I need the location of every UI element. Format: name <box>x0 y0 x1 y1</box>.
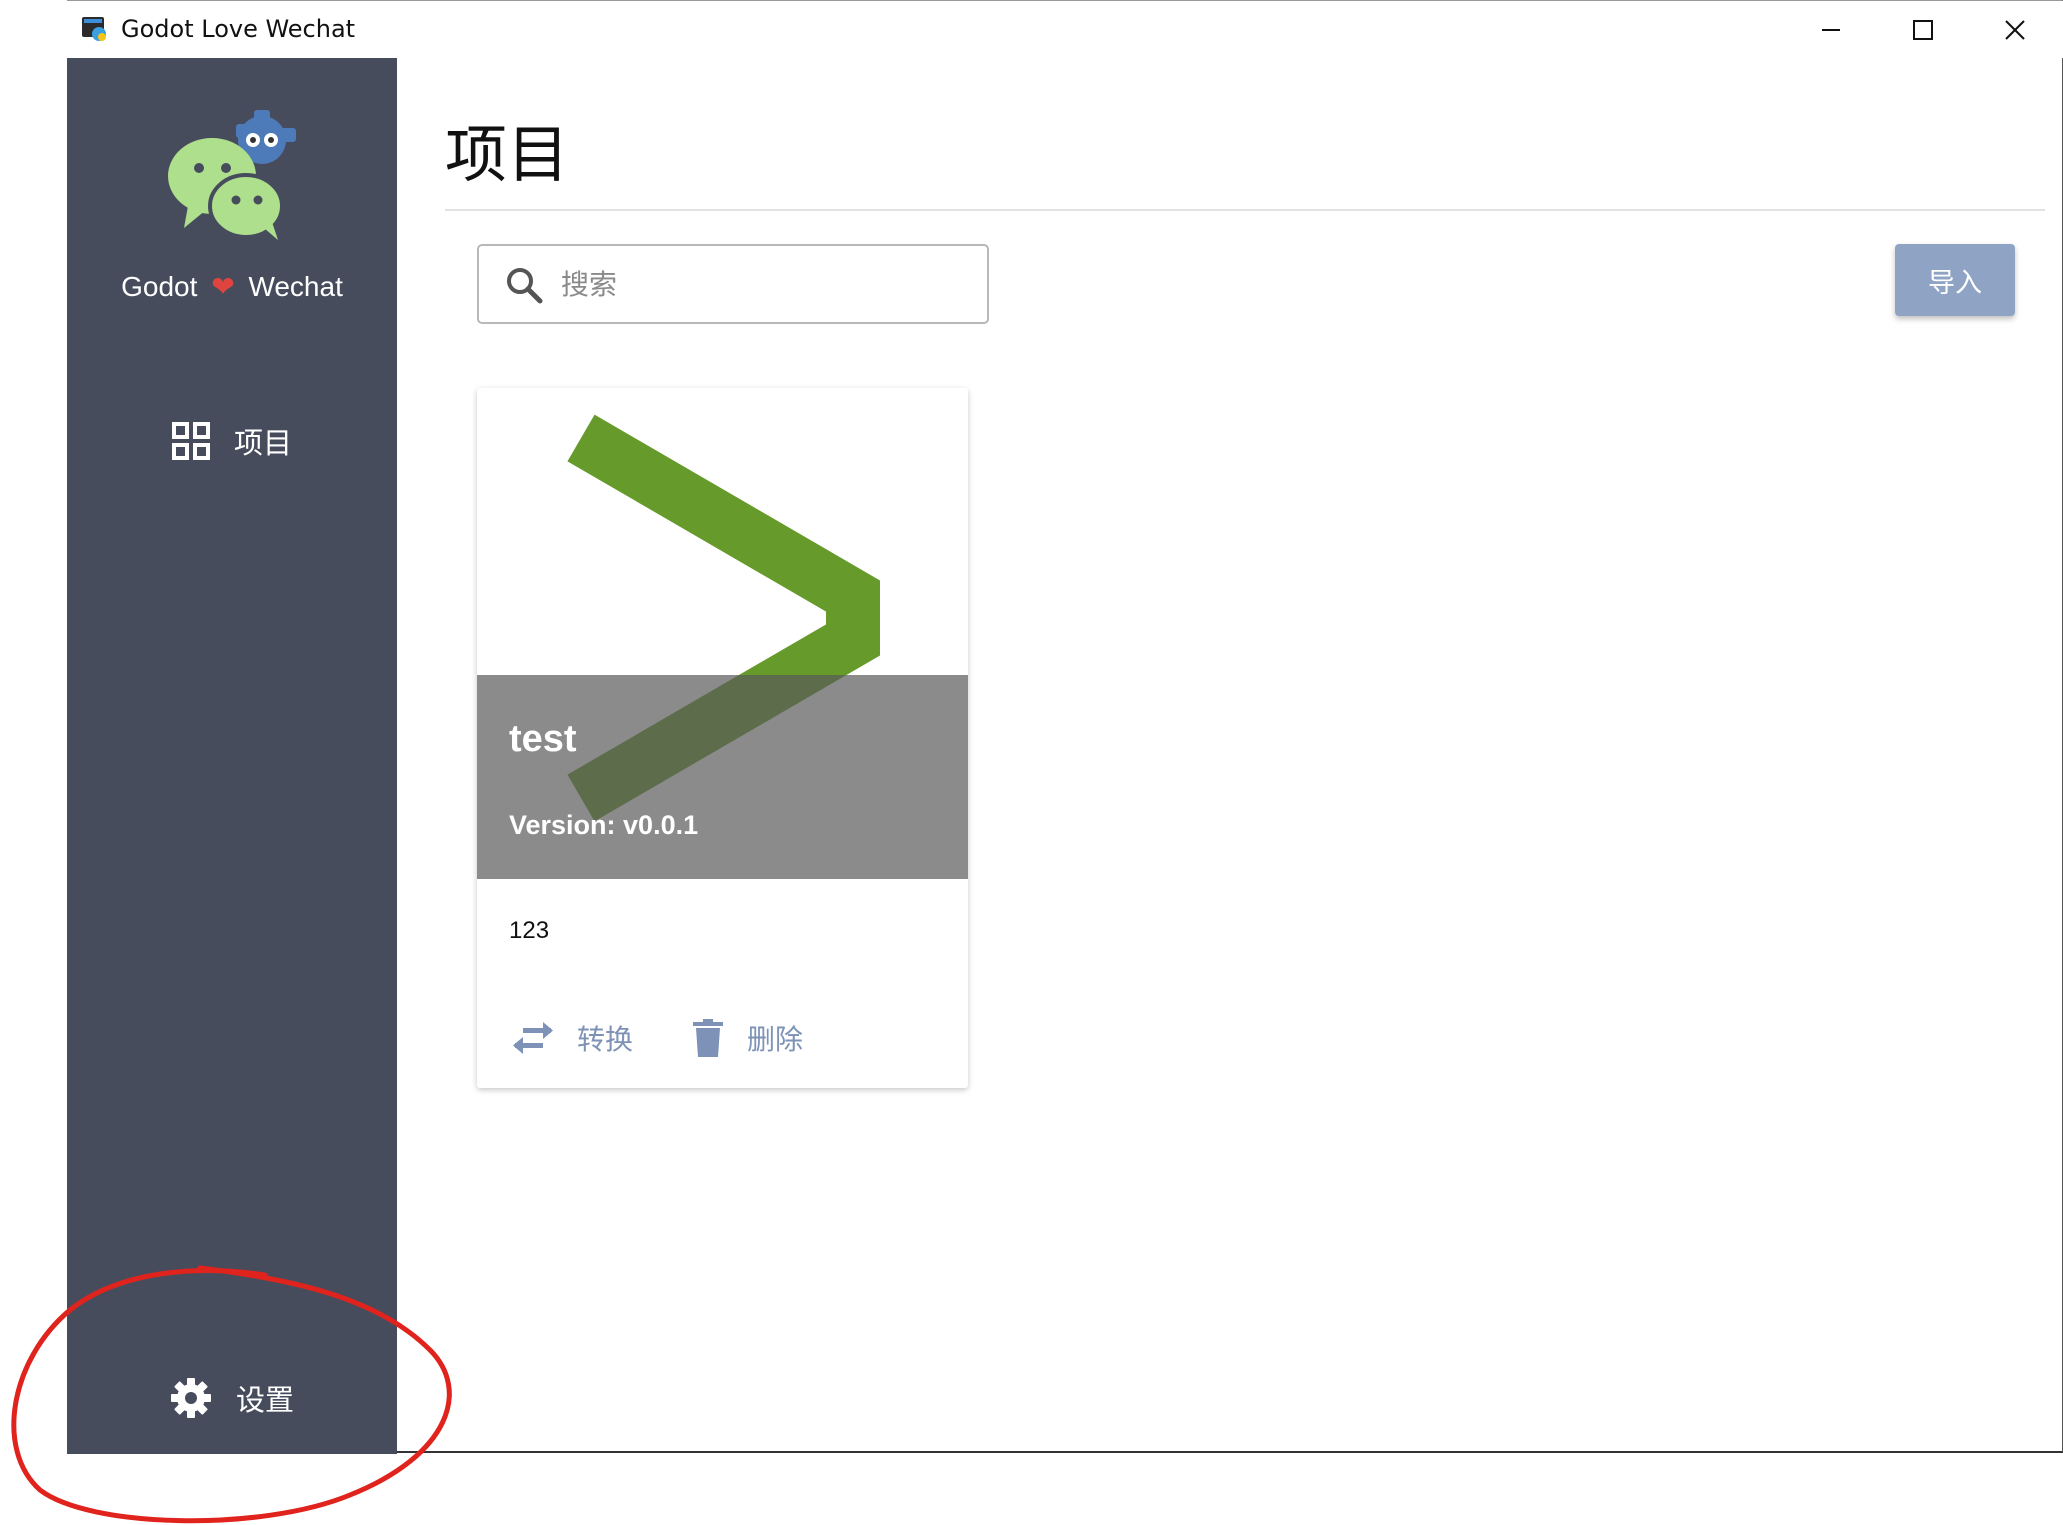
close-icon <box>2005 19 2025 40</box>
sidebar: Godot ❤ Wechat 项目 设置 <box>67 58 397 1454</box>
page-title: 项目 <box>445 118 570 191</box>
app-logo <box>168 110 296 240</box>
maximize-icon <box>1913 19 1933 40</box>
app-icon <box>82 17 106 41</box>
sidebar-item-settings[interactable]: 设置 <box>67 1366 397 1430</box>
brand-name: Godot ❤ Wechat <box>67 270 397 303</box>
maximize-button[interactable] <box>1877 1 1969 58</box>
project-description: 123 <box>509 917 550 944</box>
brand-right: Wechat <box>248 271 343 302</box>
search-input[interactable] <box>561 262 971 306</box>
delete-button[interactable]: 删除 <box>693 1008 803 1068</box>
project-card[interactable]: test Version: v0.0.1 123 转换 删除 <box>477 388 968 1088</box>
import-button[interactable]: 导入 <box>1895 244 2015 316</box>
title-bar: Godot Love Wechat <box>67 1 2063 58</box>
minimize-icon <box>1822 28 1840 31</box>
grid-icon <box>171 422 210 460</box>
project-version: Version: v0.0.1 <box>509 810 699 840</box>
project-name: test <box>509 718 577 760</box>
swap-icon <box>513 1022 553 1054</box>
sidebar-item-label: 设置 <box>235 1383 294 1417</box>
convert-button[interactable]: 转换 <box>513 1008 633 1068</box>
main-content: 项目 导入 test Version: v0.0.1 123 <box>397 58 2063 1454</box>
delete-label: 删除 <box>747 1023 804 1056</box>
app-window: Godot Love Wechat Godot ❤ Wechat 项目 设置 项… <box>67 0 2063 1454</box>
search-box[interactable] <box>477 244 989 324</box>
divider <box>445 209 2045 211</box>
close-button[interactable] <box>1969 1 2061 58</box>
search-icon <box>507 268 543 304</box>
gear-icon <box>170 1378 211 1418</box>
sidebar-item-projects[interactable]: 项目 <box>67 409 397 473</box>
sidebar-item-label: 项目 <box>233 426 292 460</box>
window-title: Godot Love Wechat <box>121 15 356 43</box>
convert-label: 转换 <box>577 1023 634 1056</box>
brand-left: Godot <box>121 271 198 302</box>
heart-icon: ❤ <box>211 271 235 302</box>
trash-icon <box>693 1019 723 1057</box>
card-overlay <box>477 675 968 879</box>
minimize-button[interactable] <box>1785 1 1877 58</box>
